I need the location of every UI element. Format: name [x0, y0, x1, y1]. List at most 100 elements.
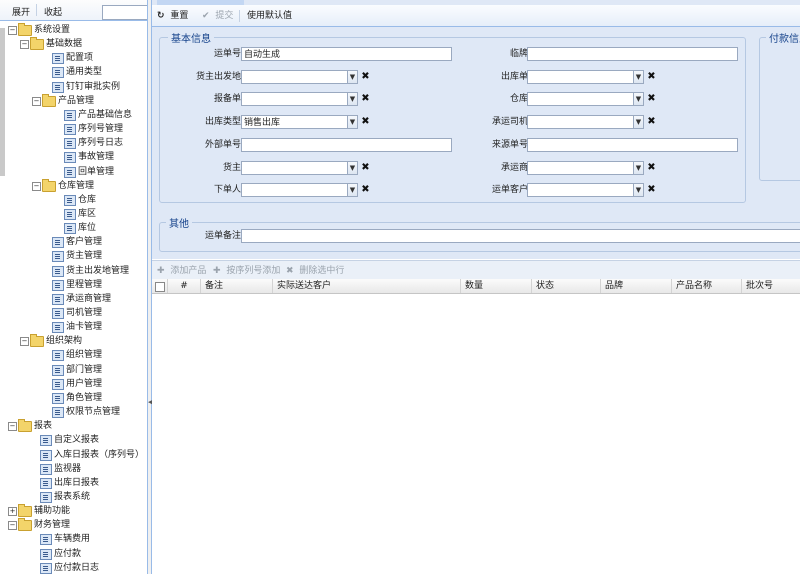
collapse-all-button[interactable]: 收起: [44, 5, 62, 18]
tree-node-label: 系统设置: [34, 25, 71, 35]
text-field[interactable]: [241, 137, 452, 152]
tree-node-label: 钉钉审批实例: [66, 81, 121, 92]
reset-button[interactable]: ↻ 重置: [157, 10, 188, 22]
tree-node-label: 仓库管理: [58, 180, 95, 191]
grid-body: [152, 294, 800, 574]
tree-node-label: 油卡管理: [66, 322, 103, 333]
page-icon: [52, 308, 64, 319]
grid-column-header[interactable]: 实际送达客户: [273, 279, 461, 293]
basic-info-legend: 基本信息: [168, 30, 214, 45]
chevron-down-icon[interactable]: ▼: [348, 183, 358, 198]
field-label: 运单号:: [213, 49, 244, 59]
grid-column-header[interactable]: 品牌: [601, 279, 672, 293]
add-by-serial-button[interactable]: ✚ 按序列号添加: [213, 265, 280, 277]
page-icon: [52, 67, 64, 79]
tree-node-label: 货主出发地管理: [66, 265, 130, 276]
chevron-down-icon[interactable]: ▼: [348, 115, 358, 130]
folder-icon: [30, 37, 44, 51]
combo-field[interactable]: [527, 69, 634, 84]
page-icon: [40, 449, 52, 461]
toolbar-separator: [239, 10, 240, 22]
grid-column-header[interactable]: 批次号: [742, 279, 800, 293]
combo-field[interactable]: [241, 69, 348, 84]
chevron-down-icon[interactable]: ▼: [634, 115, 644, 130]
page-icon: [64, 152, 76, 164]
chevron-down-icon[interactable]: ▼: [634, 92, 644, 107]
combo-field[interactable]: [527, 92, 634, 107]
collapse-toggle-icon[interactable]: −: [32, 181, 41, 191]
collapse-toggle-icon[interactable]: −: [8, 521, 17, 531]
tree-toolbar: 展开 收起: [0, 0, 147, 21]
clear-icon[interactable]: ✖: [646, 183, 657, 197]
tree-node-label: 部门管理: [66, 364, 103, 375]
text-field[interactable]: [527, 137, 738, 152]
folder-icon: [42, 93, 56, 107]
folder-icon: [18, 23, 32, 36]
chevron-down-icon[interactable]: ▼: [348, 160, 358, 175]
combo-field[interactable]: [527, 115, 634, 130]
combo-field[interactable]: [241, 92, 348, 107]
tree-node-label: 回单管理: [78, 166, 115, 177]
expand-all-button[interactable]: 展开: [12, 5, 30, 18]
grid-header: # 备注 实际送达客户 数量 状态 品牌 产品名称 批次号: [152, 279, 800, 294]
clear-icon[interactable]: ✖: [360, 183, 371, 197]
tree-search-input[interactable]: [102, 5, 147, 20]
delete-selected-button[interactable]: ✖ 删除选中行: [286, 265, 344, 277]
page-icon: [52, 251, 64, 263]
remark-input[interactable]: [241, 229, 800, 243]
grid-column-header[interactable]: 状态: [532, 279, 601, 293]
clear-icon[interactable]: ✖: [360, 161, 371, 175]
clear-icon[interactable]: ✖: [646, 115, 657, 129]
folder-icon: [18, 518, 32, 532]
clear-icon[interactable]: ✖: [646, 161, 657, 175]
text-field[interactable]: 自动生成: [241, 47, 452, 61]
collapse-toggle-icon[interactable]: −: [8, 422, 17, 432]
check-icon: ✔: [202, 11, 210, 21]
tree-node-label: 序列号日志: [78, 138, 124, 149]
folder-icon: [18, 419, 32, 433]
page-icon: [52, 265, 64, 277]
tree-node-label: 组织架构: [46, 336, 83, 347]
expand-toggle-icon[interactable]: +: [8, 507, 17, 517]
chevron-down-icon[interactable]: ▼: [634, 183, 644, 198]
combo-field[interactable]: 销售出库: [241, 115, 348, 130]
add-product-button[interactable]: ✚ 添加产品: [157, 265, 206, 277]
chevron-down-icon[interactable]: ▼: [348, 92, 358, 107]
field-label: 承运商:: [500, 162, 531, 173]
plus-icon: ✚: [213, 266, 221, 276]
clear-icon[interactable]: ✖: [360, 70, 371, 84]
collapse-toggle-icon[interactable]: −: [20, 40, 29, 50]
tree-node-label: 权限节点管理: [66, 407, 121, 418]
combo-field[interactable]: [527, 160, 634, 175]
close-icon: ✖: [286, 266, 294, 276]
grid-column-header[interactable]: 数量: [461, 279, 532, 293]
select-all-checkbox[interactable]: [155, 282, 165, 292]
collapse-toggle-icon[interactable]: −: [32, 96, 41, 106]
field-label: 出库类型:: [204, 117, 244, 128]
clear-icon[interactable]: ✖: [360, 115, 371, 129]
clear-icon[interactable]: ✖: [646, 70, 657, 84]
grid-column-header[interactable]: #: [168, 279, 201, 293]
collapse-toggle-icon[interactable]: −: [8, 26, 17, 35]
page-icon: [52, 378, 64, 390]
combo-field[interactable]: [241, 183, 348, 198]
other-legend: 其他: [166, 215, 192, 230]
tree-node-label: 角色管理: [66, 392, 103, 403]
text-field[interactable]: [527, 47, 738, 61]
combo-field[interactable]: [527, 183, 634, 198]
chevron-down-icon[interactable]: ▼: [348, 69, 358, 84]
grid-column-header[interactable]: 产品名称: [672, 279, 742, 293]
clear-icon[interactable]: ✖: [646, 92, 657, 106]
page-icon: [52, 364, 64, 376]
tree-node-label: 配置项: [66, 53, 94, 64]
chevron-down-icon[interactable]: ▼: [634, 69, 644, 84]
field-label: 外部单号:: [204, 139, 244, 150]
collapse-toggle-icon[interactable]: −: [20, 337, 29, 347]
grid-column-header[interactable]: 备注: [201, 279, 273, 293]
collapse-arrow-icon[interactable]: ◀: [148, 398, 153, 406]
submit-button[interactable]: ✔ 提交: [202, 10, 233, 22]
use-default-button[interactable]: 使用默认值: [247, 10, 292, 22]
clear-icon[interactable]: ✖: [360, 92, 371, 106]
combo-field[interactable]: [241, 160, 348, 175]
chevron-down-icon[interactable]: ▼: [634, 160, 644, 175]
